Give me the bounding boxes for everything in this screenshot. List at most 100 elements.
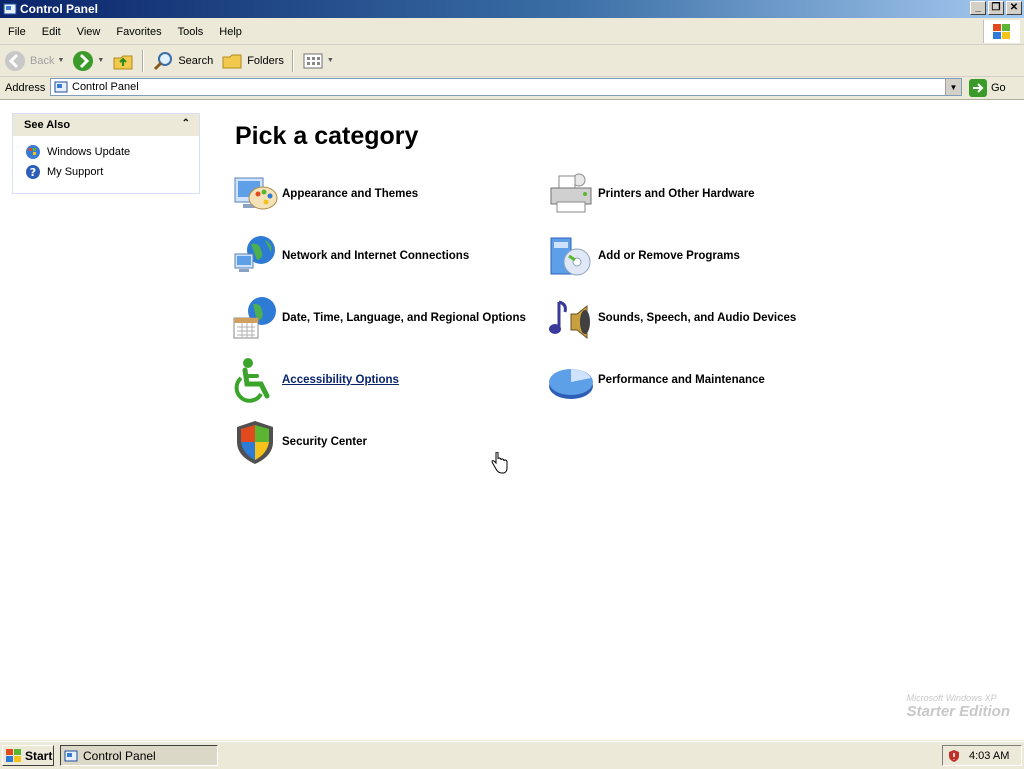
- folders-icon: [222, 54, 242, 68]
- go-label: Go: [991, 82, 1006, 94]
- menu-tools[interactable]: Tools: [170, 26, 212, 38]
- add-remove-programs-icon: [550, 237, 591, 276]
- up-folder-button[interactable]: [108, 47, 138, 75]
- menu-file[interactable]: File: [0, 26, 34, 38]
- restore-button[interactable]: ❐: [988, 1, 1004, 15]
- back-arrow-icon: [5, 50, 25, 71]
- minimize-button[interactable]: _: [970, 1, 986, 15]
- windows-starter-edition-watermark: Microsoft Windows XP Starter Edition: [907, 693, 1010, 720]
- security-alert-icon[interactable]: [947, 749, 961, 763]
- system-tray: 4:03 AM: [942, 745, 1022, 766]
- category-label: Printers and Other Hardware: [598, 188, 755, 200]
- title-bar: Control Panel _ ❐ ✕: [0, 0, 1024, 18]
- toolbar: Back ▼ ▼ Search Folders ▼: [0, 45, 1024, 77]
- see-also-title: See Also: [24, 119, 71, 131]
- category-label: Date, Time, Language, and Regional Optio…: [282, 312, 526, 324]
- category-label: Network and Internet Connections: [282, 250, 470, 262]
- menu-help[interactable]: Help: [211, 26, 250, 38]
- page-title: Pick a category: [235, 122, 419, 150]
- see-also-link-my-support[interactable]: ? My Support: [13, 162, 199, 182]
- close-icon: ✕: [1009, 2, 1019, 13]
- category-label: Sounds, Speech, and Audio Devices: [598, 312, 797, 324]
- control-panel-icon: [3, 3, 17, 15]
- address-dropdown-button[interactable]: ▼: [945, 79, 961, 95]
- category-printers-hardware[interactable]: Printers and Other Hardware: [547, 169, 755, 219]
- start-button[interactable]: Start: [2, 745, 54, 766]
- start-label: Start: [25, 748, 53, 763]
- chevron-down-icon[interactable]: ▼: [57, 57, 64, 64]
- category-sounds-audio[interactable]: Sounds, Speech, and Audio Devices: [547, 293, 796, 343]
- address-input[interactable]: Control Panel ▼: [50, 78, 962, 96]
- go-button[interactable]: Go: [969, 79, 1006, 97]
- menu-bar: File Edit View Favorites Tools Help: [0, 19, 1024, 45]
- up-folder-icon: [113, 55, 133, 69]
- sound-speaker-icon: [549, 300, 590, 340]
- go-arrow-icon: [969, 79, 987, 97]
- category-network-internet[interactable]: Network and Internet Connections: [231, 231, 469, 281]
- address-bar: Address Control Panel ▼ Go: [0, 77, 1024, 100]
- see-also-link-label: Windows Update: [47, 146, 131, 158]
- watermark-line1: Microsoft Windows XP: [906, 693, 997, 703]
- category-accessibility[interactable]: Accessibility Options: [231, 355, 399, 405]
- taskbar-item-control-panel[interactable]: Control Panel: [60, 745, 218, 766]
- forward-arrow-icon: [73, 50, 94, 71]
- accessibility-icon: [234, 358, 270, 403]
- performance-pie-icon: [549, 369, 593, 399]
- clock: 4:03 AM: [969, 749, 1010, 762]
- taskbar-item-label: Control Panel: [83, 748, 156, 763]
- category-label: Add or Remove Programs: [598, 250, 740, 262]
- search-label: Search: [178, 54, 214, 67]
- chevron-down-icon[interactable]: ▼: [327, 57, 334, 64]
- menu-view[interactable]: View: [69, 26, 109, 38]
- views-button[interactable]: ▼: [298, 47, 338, 75]
- appearance-themes-icon: [234, 177, 278, 210]
- content-pane: See Also ⌃ Windows Update ? My Support P…: [0, 100, 1024, 740]
- window-title: Control Panel: [20, 2, 99, 16]
- category-label: Accessibility Options: [282, 374, 399, 386]
- see-also-header[interactable]: See Also ⌃: [13, 114, 199, 136]
- chevron-down-icon[interactable]: ▼: [97, 57, 104, 64]
- category-add-remove-programs[interactable]: Add or Remove Programs: [547, 231, 740, 281]
- category-label: Security Center: [282, 436, 368, 448]
- windows-logo-icon: [983, 20, 1020, 43]
- menu-edit[interactable]: Edit: [34, 26, 69, 38]
- forward-button[interactable]: ▼: [68, 47, 108, 75]
- chevron-down-icon: ▼: [949, 82, 958, 92]
- see-also-link-label: My Support: [47, 166, 104, 178]
- back-label: Back: [30, 54, 55, 67]
- toolbar-divider: [291, 49, 294, 72]
- svg-text:?: ?: [30, 166, 36, 179]
- windows-update-icon: [26, 145, 40, 159]
- category-label: Appearance and Themes: [282, 188, 419, 200]
- views-grid-icon: [303, 53, 323, 68]
- search-icon: [154, 51, 173, 70]
- taskbar: Start Control Panel 4:03 AM: [0, 741, 1024, 769]
- windows-logo-icon: [6, 748, 21, 762]
- hand-cursor-icon: [491, 452, 508, 474]
- help-icon: ?: [26, 165, 40, 179]
- folders-label: Folders: [247, 54, 284, 67]
- address-value: Control Panel: [72, 81, 139, 93]
- network-globe-icon: [234, 236, 275, 272]
- search-button[interactable]: Search: [148, 47, 217, 75]
- toolbar-divider: [142, 49, 145, 72]
- folders-button[interactable]: Folders: [217, 47, 288, 75]
- category-date-time-regional[interactable]: Date, Time, Language, and Regional Optio…: [231, 293, 526, 343]
- restore-icon: ❐: [991, 2, 1001, 13]
- control-panel-icon: [54, 81, 68, 93]
- close-button[interactable]: ✕: [1006, 1, 1022, 15]
- see-also-panel: See Also ⌃ Windows Update ? My Support: [12, 113, 200, 194]
- see-also-link-windows-update[interactable]: Windows Update: [13, 142, 199, 162]
- menu-favorites[interactable]: Favorites: [108, 26, 169, 38]
- date-time-globe-icon: [233, 297, 276, 339]
- category-performance-maintenance[interactable]: Performance and Maintenance: [547, 355, 765, 405]
- category-security-center[interactable]: Security Center: [231, 417, 367, 467]
- category-appearance-themes[interactable]: Appearance and Themes: [231, 169, 418, 219]
- control-panel-icon: [64, 750, 78, 761]
- back-button[interactable]: Back ▼: [0, 47, 68, 75]
- watermark-line2: Starter Edition: [906, 703, 1010, 720]
- category-label: Performance and Maintenance: [598, 374, 765, 386]
- security-shield-icon: [237, 421, 273, 464]
- collapse-chevron-icon[interactable]: ⌃: [182, 118, 190, 129]
- address-label: Address: [5, 82, 46, 94]
